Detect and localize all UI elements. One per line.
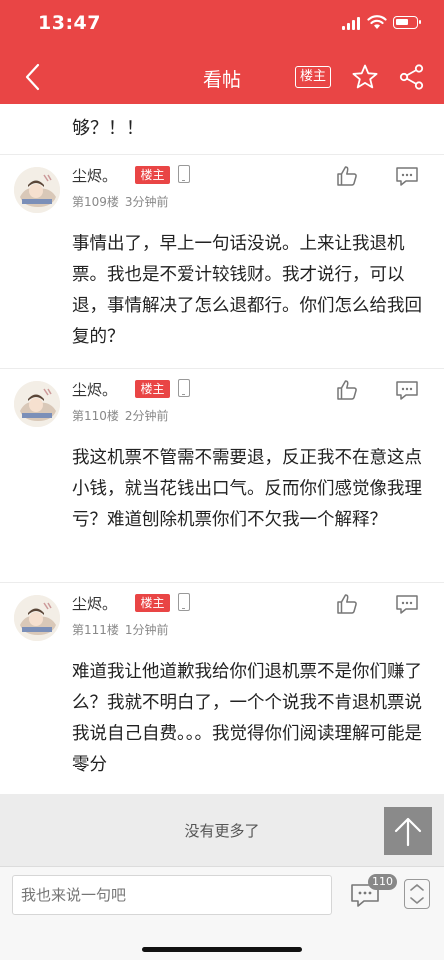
- post-time: 1分钟前: [124, 623, 169, 637]
- no-more-text: 没有更多了: [184, 822, 260, 840]
- reply-bar: 110: [0, 866, 444, 960]
- post-item: 尘烬。 楼主 第111楼 1分钟前 难道我让他道歉我给你们退机票不是你们赚了么？我…: [0, 582, 444, 794]
- share-icon[interactable]: [398, 63, 426, 91]
- star-icon[interactable]: [351, 63, 379, 91]
- top-nav-bar: 看帖 楼主: [0, 50, 444, 104]
- floor-number: 第109楼: [72, 195, 119, 209]
- post-meta: 第111楼 1分钟前: [72, 621, 169, 638]
- previous-post-tail: 够？！！: [72, 118, 144, 139]
- owner-badge: 楼主: [135, 380, 170, 398]
- like-icon[interactable]: [336, 165, 358, 187]
- owner-badge: 楼主: [135, 166, 170, 184]
- battery-icon: [393, 16, 421, 29]
- avatar[interactable]: [14, 381, 60, 427]
- like-icon[interactable]: [336, 379, 358, 401]
- post-time: 3分钟前: [124, 195, 169, 209]
- reply-input[interactable]: [12, 875, 332, 915]
- scroll-button[interactable]: [404, 879, 430, 909]
- phone-icon: [178, 165, 190, 183]
- comment-count-badge: 110: [368, 874, 397, 890]
- arrow-up-icon: [394, 817, 422, 847]
- post-list: 够？！！ 尘烬。 楼主 第109楼 3分钟前 事情出了，早上一句话没说。上来让我退…: [0, 104, 444, 794]
- status-bar: 13:47: [0, 0, 444, 50]
- post-item: 尘烬。 楼主 第110楼 2分钟前 我这机票不管需不需要退，反正我不在意这点小钱，…: [0, 368, 444, 582]
- phone-icon: [178, 379, 190, 397]
- status-time: 13:47: [38, 12, 101, 34]
- author-name[interactable]: 尘烬。: [72, 379, 117, 400]
- post-content: 我这机票不管需不需要退，反正我不在意这点小钱，就当花钱出口气。反而你们感觉像我理…: [72, 448, 422, 530]
- post-meta: 第109楼 3分钟前: [72, 193, 169, 210]
- back-to-top-button[interactable]: [384, 807, 432, 855]
- home-indicator: [142, 947, 302, 952]
- reply-icon[interactable]: [394, 165, 420, 187]
- reply-icon[interactable]: [394, 379, 420, 401]
- no-more-footer: 没有更多了: [0, 794, 444, 866]
- author-name[interactable]: 尘烬。: [72, 165, 117, 186]
- post-content: 事情出了，早上一句话没说。上来让我退机票。我也是不爱计较钱财。我才说行，可以退，…: [72, 234, 422, 347]
- post-item: 尘烬。 楼主 第109楼 3分钟前 事情出了，早上一句话没说。上来让我退机票。我也…: [0, 154, 444, 368]
- only-owner-button[interactable]: 楼主: [295, 66, 331, 88]
- post-meta: 第110楼 2分钟前: [72, 407, 169, 424]
- like-icon[interactable]: [336, 593, 358, 615]
- signal-icon: [342, 17, 360, 30]
- author-name[interactable]: 尘烬。: [72, 593, 117, 614]
- owner-badge: 楼主: [135, 594, 170, 612]
- floor-number: 第110楼: [72, 409, 119, 423]
- post-content: 难道我让他道歉我给你们退机票不是你们赚了么？我就不明白了，一个个说我不肯退机票说…: [72, 662, 422, 775]
- avatar[interactable]: [14, 167, 60, 213]
- floor-number: 第111楼: [72, 623, 119, 637]
- wifi-icon: [367, 15, 387, 29]
- avatar[interactable]: [14, 595, 60, 641]
- phone-icon: [178, 593, 190, 611]
- scroll-icon: [410, 884, 424, 904]
- reply-icon[interactable]: [394, 593, 420, 615]
- post-time: 2分钟前: [124, 409, 169, 423]
